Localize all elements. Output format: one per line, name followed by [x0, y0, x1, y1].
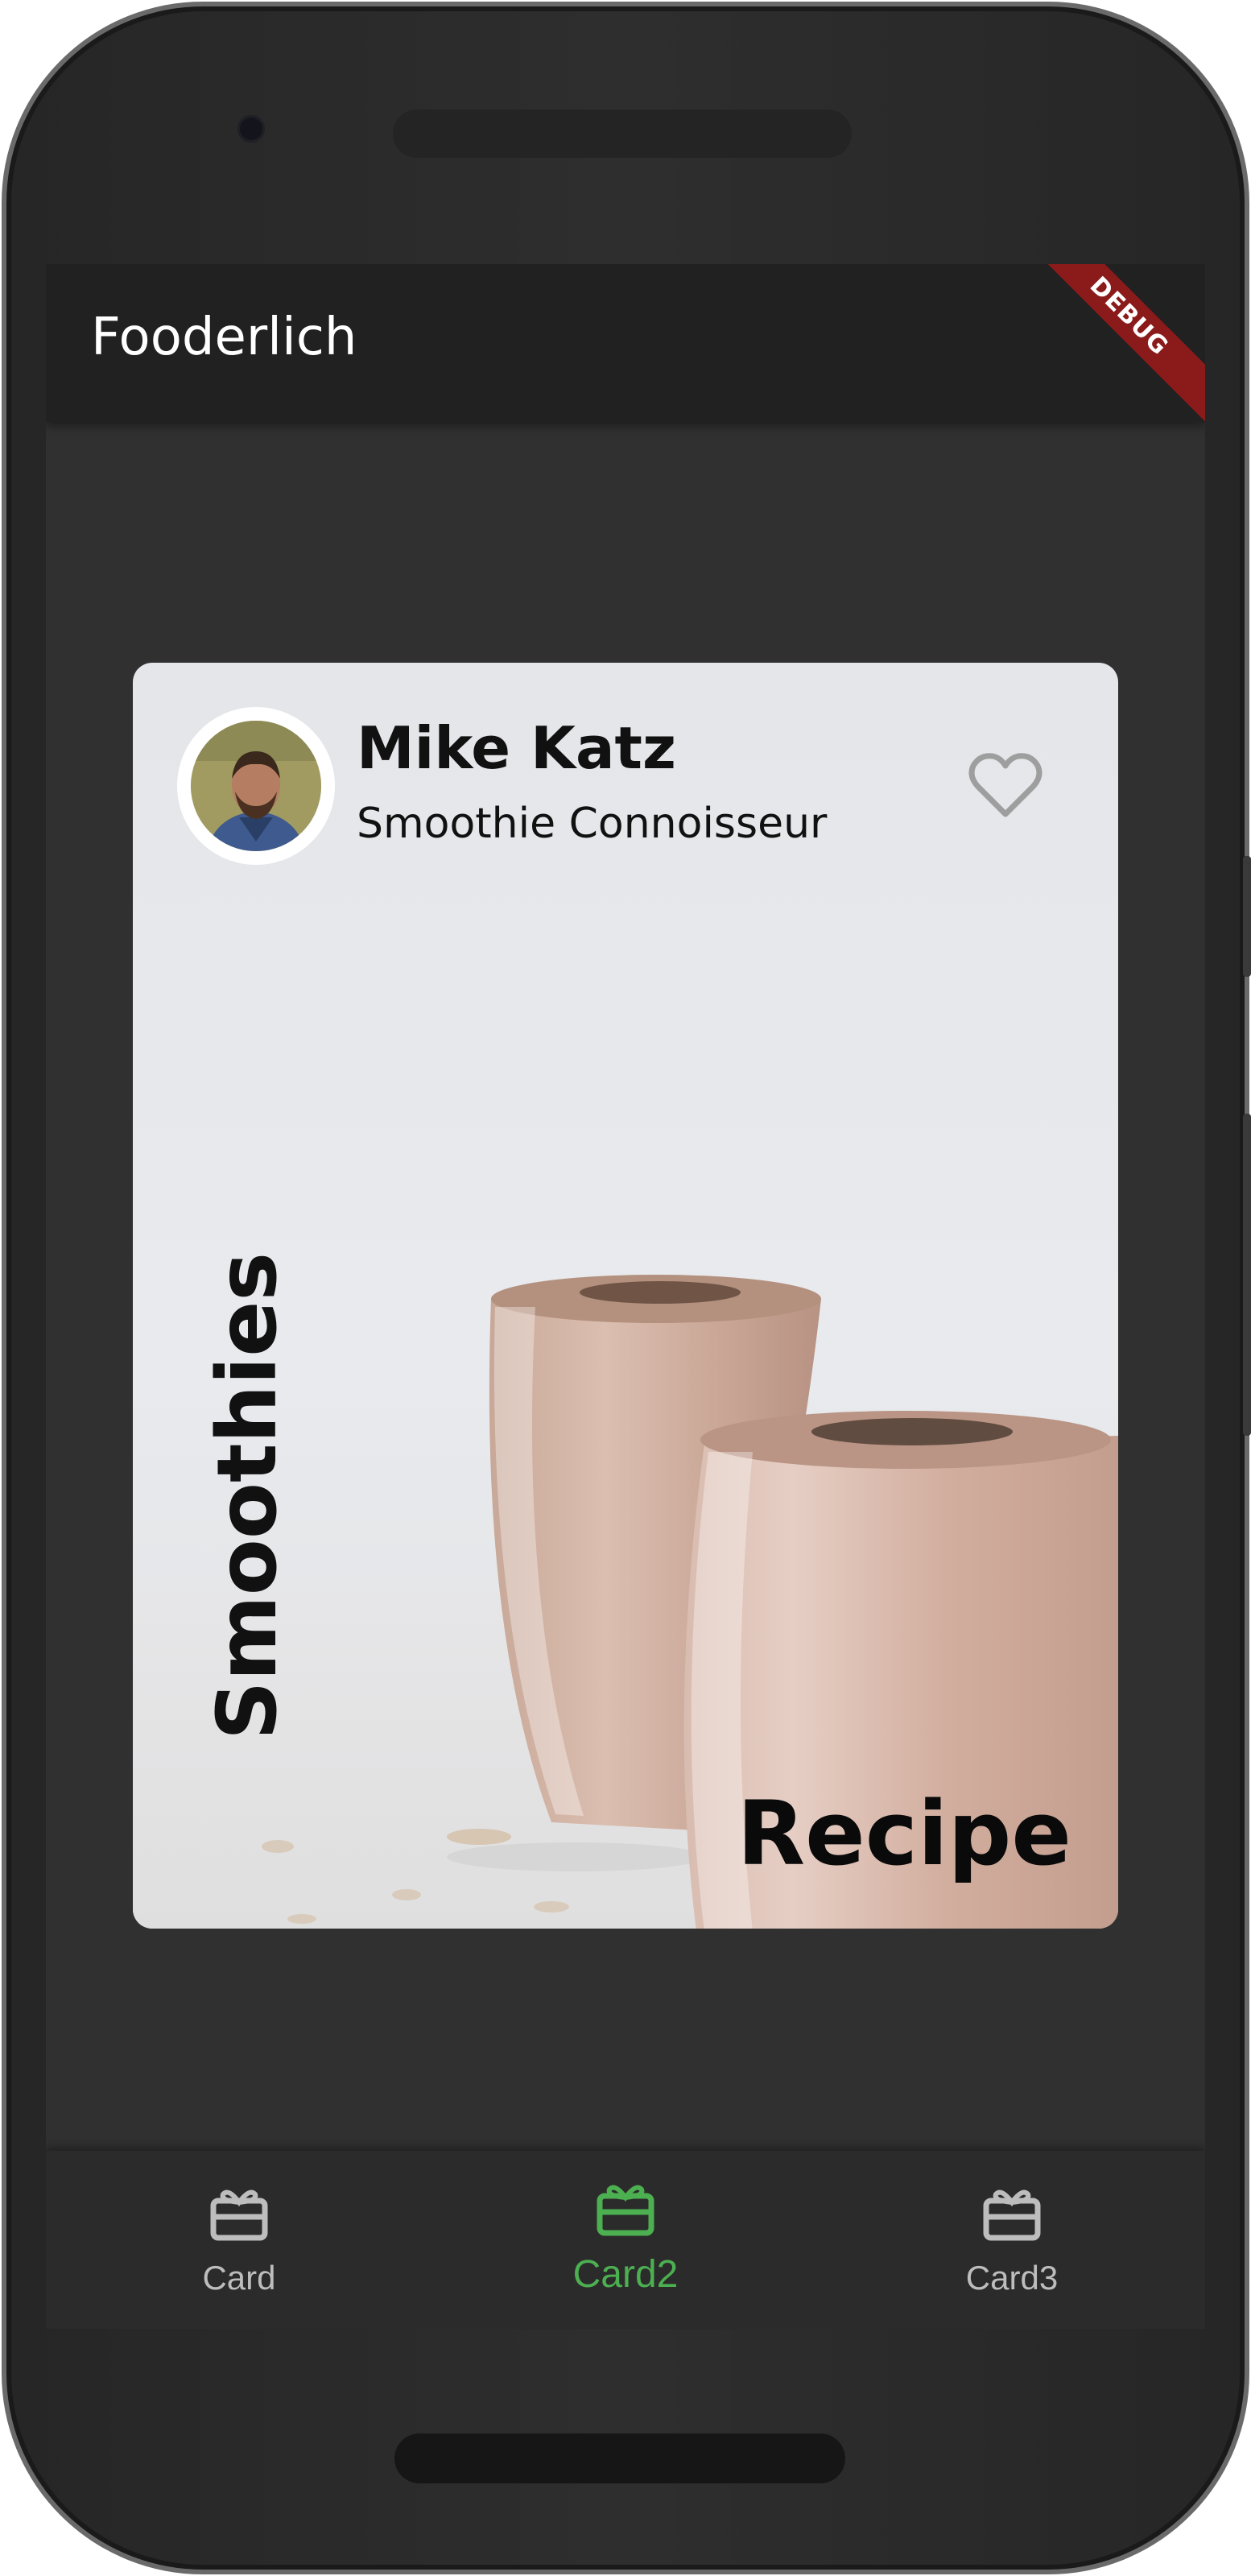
- card-giftcard-icon: [210, 2189, 268, 2241]
- author-title: Smoothie Connoisseur: [357, 800, 828, 848]
- author-avatar: [177, 707, 335, 865]
- nav-label-card2: Card2: [572, 2253, 679, 2296]
- recipe-card[interactable]: Mike Katz Smoothie Connoisseur Smoothies…: [133, 663, 1118, 1929]
- app-title: Fooderlich: [91, 308, 357, 367]
- bottom-navigation-bar: Card Card2 Card3: [46, 2151, 1205, 2329]
- author-name: Mike Katz: [357, 714, 676, 782]
- volume-button: [1243, 1114, 1251, 1436]
- card-giftcard-icon: [597, 2185, 654, 2236]
- nav-label-card: Card: [202, 2259, 276, 2297]
- avatar-photo: [191, 721, 321, 851]
- favorite-button[interactable]: [967, 750, 1044, 821]
- nav-item-card2[interactable]: Card2: [432, 2151, 819, 2329]
- bottom-speaker: [394, 2433, 845, 2483]
- front-camera: [237, 115, 265, 143]
- nav-item-card[interactable]: Card: [46, 2151, 432, 2329]
- debug-banner: DEBUG: [1020, 264, 1205, 425]
- card-giftcard-icon: [983, 2189, 1041, 2241]
- nav-label-card3: Card3: [965, 2259, 1059, 2297]
- card-label: Recipe: [737, 1782, 1071, 1885]
- nav-item-card3[interactable]: Card3: [819, 2151, 1205, 2329]
- power-button: [1243, 856, 1251, 977]
- app-bar: Fooderlich DEBUG: [46, 264, 1205, 425]
- app-screen: Fooderlich DEBUG Mike Katz Smoothie Conn…: [46, 264, 1205, 2329]
- earpiece-speaker: [393, 110, 852, 158]
- card-vertical-title: Smoothies: [200, 1251, 295, 1740]
- heart-outline-icon: [968, 753, 1042, 817]
